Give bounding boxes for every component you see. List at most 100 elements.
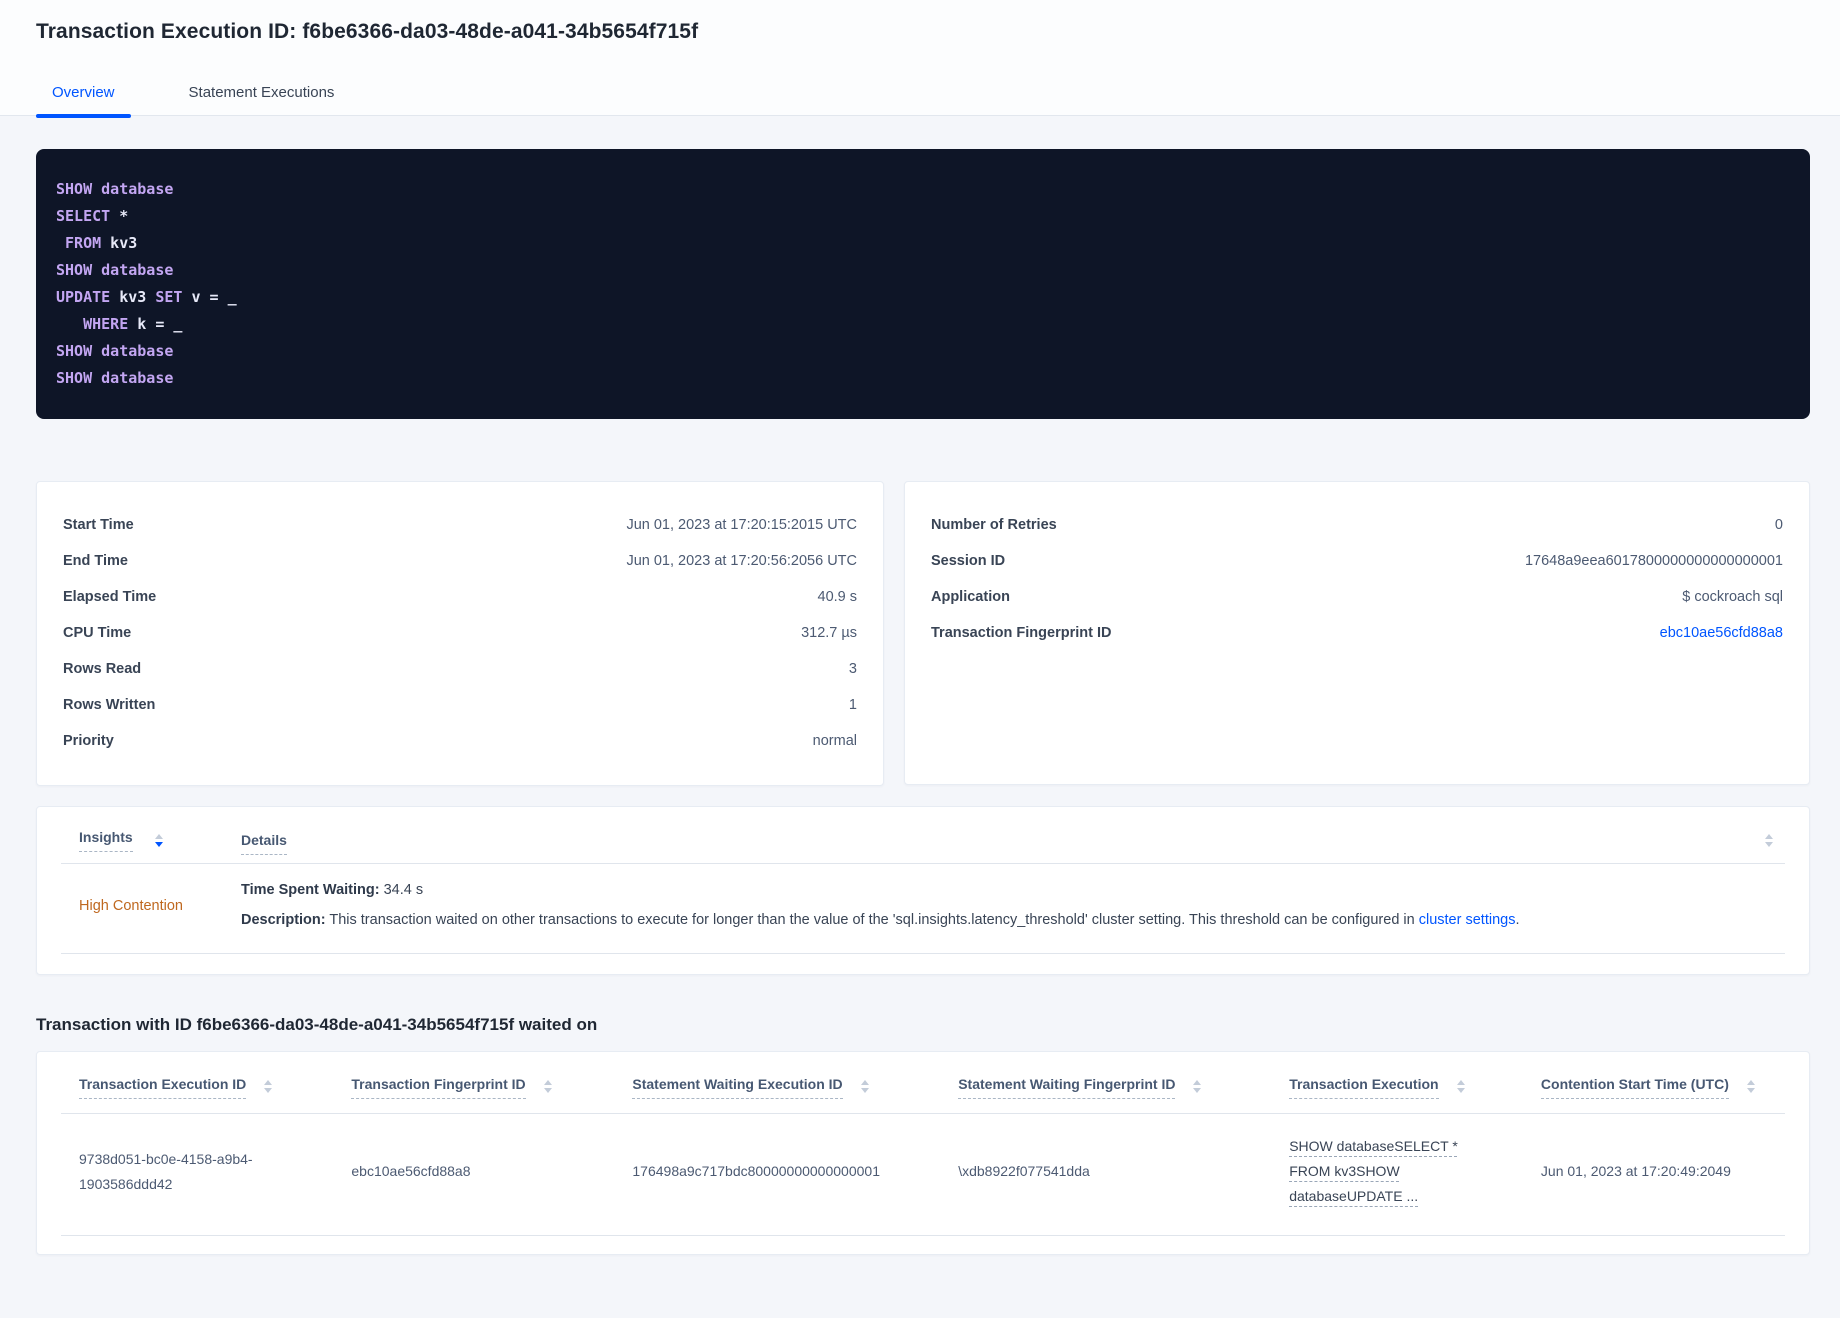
transaction-execution-link[interactable]: SHOW databaseSELECT * FROM kv3SHOW datab… (1289, 1134, 1461, 1209)
sql-text: kv3 (110, 288, 156, 306)
sort-arrows-icon[interactable] (1193, 1080, 1202, 1093)
sql-line: SELECT * (56, 203, 1790, 230)
detail-label: Rows Read (63, 661, 142, 677)
sql-keyword: SHOW (56, 369, 93, 387)
sort-arrows-icon[interactable] (860, 1080, 869, 1093)
sql-keyword: database (92, 180, 174, 198)
execution-detail-row: Start Time Jun 01, 2023 at 17:20:15:2015 … (63, 507, 857, 543)
sort-up-icon (543, 1080, 552, 1085)
sort-arrows-icon[interactable] (264, 1080, 273, 1093)
detail-label: CPU Time (63, 625, 132, 641)
detail-value: 3 (848, 661, 857, 677)
detail-value: 0 (1774, 517, 1783, 533)
sql-line: UPDATE kv3 SET v = _ (56, 284, 1790, 311)
column-header-transaction-execution[interactable]: Transaction Execution (1271, 1076, 1523, 1099)
sql-line: SHOW database (56, 257, 1790, 284)
page-title: Transaction Execution ID: f6be6366-da03-… (36, 20, 699, 43)
sort-down-icon (1746, 1088, 1755, 1093)
column-header-label[interactable]: Contention Start Time (UTC) (1540, 1076, 1729, 1099)
cluster-settings-link[interactable]: cluster settings (1419, 912, 1516, 928)
sort-up-icon (1456, 1080, 1465, 1085)
transaction-fingerprint-link[interactable]: ebc10ae56cfd88a8 (1660, 625, 1783, 641)
column-header-label[interactable]: Transaction Execution (1289, 1076, 1439, 1099)
sort-up-icon (154, 834, 163, 839)
insight-row: High Contention Time Spent Waiting: 34.4… (61, 864, 1785, 954)
cell-value: 176498a9c717bdc80000000000000001 (632, 1163, 880, 1179)
execution-detail-row: Rows Written 1 (63, 687, 857, 723)
column-header-transaction-fingerprint-id[interactable]: Transaction Fingerprint ID (333, 1076, 614, 1099)
sort-up-icon (860, 1080, 869, 1085)
sort-arrows-icon[interactable] (1456, 1080, 1465, 1093)
sql-keyword: database (92, 369, 174, 387)
description-suffix: . (1515, 912, 1520, 928)
sort-down-icon (543, 1088, 552, 1093)
detail-label: Number of Retries (931, 517, 1057, 533)
sort-down-icon (1193, 1088, 1202, 1093)
sql-keyword: UPDATE (56, 288, 111, 306)
waited-on-table-body: 9738d051-bc0e-4158-a9b4-1903586ddd42 ebc1… (61, 1114, 1785, 1236)
sql-keyword: SHOW (56, 261, 93, 279)
sort-arrows-icon[interactable] (1765, 834, 1773, 847)
insights-extra-sort[interactable] (1743, 834, 1785, 847)
details-column-label[interactable]: Details (241, 831, 287, 855)
column-header-transaction-execution-id[interactable]: Transaction Execution ID (61, 1076, 333, 1099)
detail-label: Application (931, 589, 1010, 605)
sort-arrows-icon[interactable] (1746, 1080, 1755, 1093)
description-text: This transaction waited on other transac… (325, 912, 1419, 928)
cell-statement-waiting-fingerprint-id: \xdb8922f077541dda (940, 1159, 1271, 1184)
tab-bar: Overview Statement Executions (0, 70, 1840, 118)
sort-arrows-icon[interactable] (543, 1080, 552, 1093)
detail-value: 312.7 µs (801, 625, 857, 641)
sort-up-icon (1746, 1080, 1755, 1085)
column-header-contention-start-time[interactable]: Contention Start Time (UTC) (1523, 1076, 1785, 1099)
sort-up-icon (264, 1080, 273, 1085)
insights-column-header[interactable]: Insights (79, 829, 241, 852)
waited-on-table-card: Transaction Execution ID Transaction Fing… (36, 1051, 1810, 1255)
column-header-label[interactable]: Transaction Fingerprint ID (351, 1076, 526, 1099)
sort-down-icon (264, 1088, 273, 1093)
sql-line: SHOW database (56, 176, 1790, 203)
cell-value: 9738d051-bc0e-4158-a9b4-1903586ddd42 (79, 1150, 253, 1192)
sql-keyword: SHOW (56, 342, 93, 360)
tab-overview[interactable]: Overview (36, 70, 131, 118)
column-header-label[interactable]: Statement Waiting Fingerprint ID (958, 1076, 1176, 1099)
detail-value: 1 (848, 697, 857, 713)
sql-keyword: SHOW (56, 180, 93, 198)
execution-detail-row: Elapsed Time 40.9 s (63, 579, 857, 615)
sql-keyword: FROM (56, 234, 102, 252)
sort-up-icon (1765, 834, 1773, 839)
cell-value: ebc10ae56cfd88a8 (351, 1163, 471, 1179)
additional-details-card: Number of Retries 0 Session ID 17648a9eea60… (904, 481, 1810, 785)
detail-value: $ cockroach sql (1682, 589, 1783, 605)
sql-line: FROM kv3 (56, 230, 1790, 257)
sql-keyword: database (92, 261, 174, 279)
column-header-statement-waiting-execution-id[interactable]: Statement Waiting Execution ID (614, 1076, 940, 1099)
tab-statement-executions[interactable]: Statement Executions (173, 70, 351, 116)
insights-column-label[interactable]: Insights (79, 829, 133, 852)
column-header-label[interactable]: Transaction Execution ID (79, 1076, 247, 1099)
high-contention-badge: High Contention (79, 897, 183, 914)
execution-detail-row: CPU Time 312.7 µs (63, 615, 857, 651)
cell-transaction-execution: SHOW databaseSELECT * FROM kv3SHOW datab… (1271, 1134, 1523, 1209)
detail-label: Transaction Fingerprint ID (931, 625, 1112, 641)
cell-statement-waiting-execution-id: 176498a9c717bdc80000000000000001 (614, 1159, 940, 1184)
column-header-statement-waiting-fingerprint-id[interactable]: Statement Waiting Fingerprint ID (940, 1076, 1271, 1099)
time-spent-waiting: Time Spent Waiting: 34.4 s (241, 880, 1785, 901)
sql-statements-box: SHOW database SELECT * FROM kv3 SHOW datab… (36, 149, 1810, 419)
sql-line: SHOW database (56, 338, 1790, 365)
column-header-label[interactable]: Statement Waiting Execution ID (632, 1076, 843, 1099)
sort-up-icon (1193, 1080, 1202, 1085)
sql-line: WHERE k = _ (56, 311, 1790, 338)
details-column-header[interactable]: Details (241, 831, 1743, 855)
detail-label: Priority (63, 733, 114, 749)
additional-detail-row: Transaction Fingerprint ID ebc10ae56cfd88… (931, 615, 1783, 651)
sql-keyword: SELECT (56, 207, 111, 225)
execution-detail-row: Rows Read 3 (63, 651, 857, 687)
detail-value: 17648a9eea6017800000000000000001 (1524, 553, 1783, 569)
sql-keyword: database (92, 342, 174, 360)
additional-detail-row: Session ID 17648a9eea60178000000000000000… (931, 543, 1783, 579)
sort-arrows-icon[interactable] (154, 834, 163, 847)
execution-details-card: Start Time Jun 01, 2023 at 17:20:15:2015 … (36, 481, 884, 786)
summary-cards-row: Start Time Jun 01, 2023 at 17:20:15:2015 … (36, 481, 1810, 786)
time-spent-waiting-value: 34.4 s (379, 882, 424, 898)
